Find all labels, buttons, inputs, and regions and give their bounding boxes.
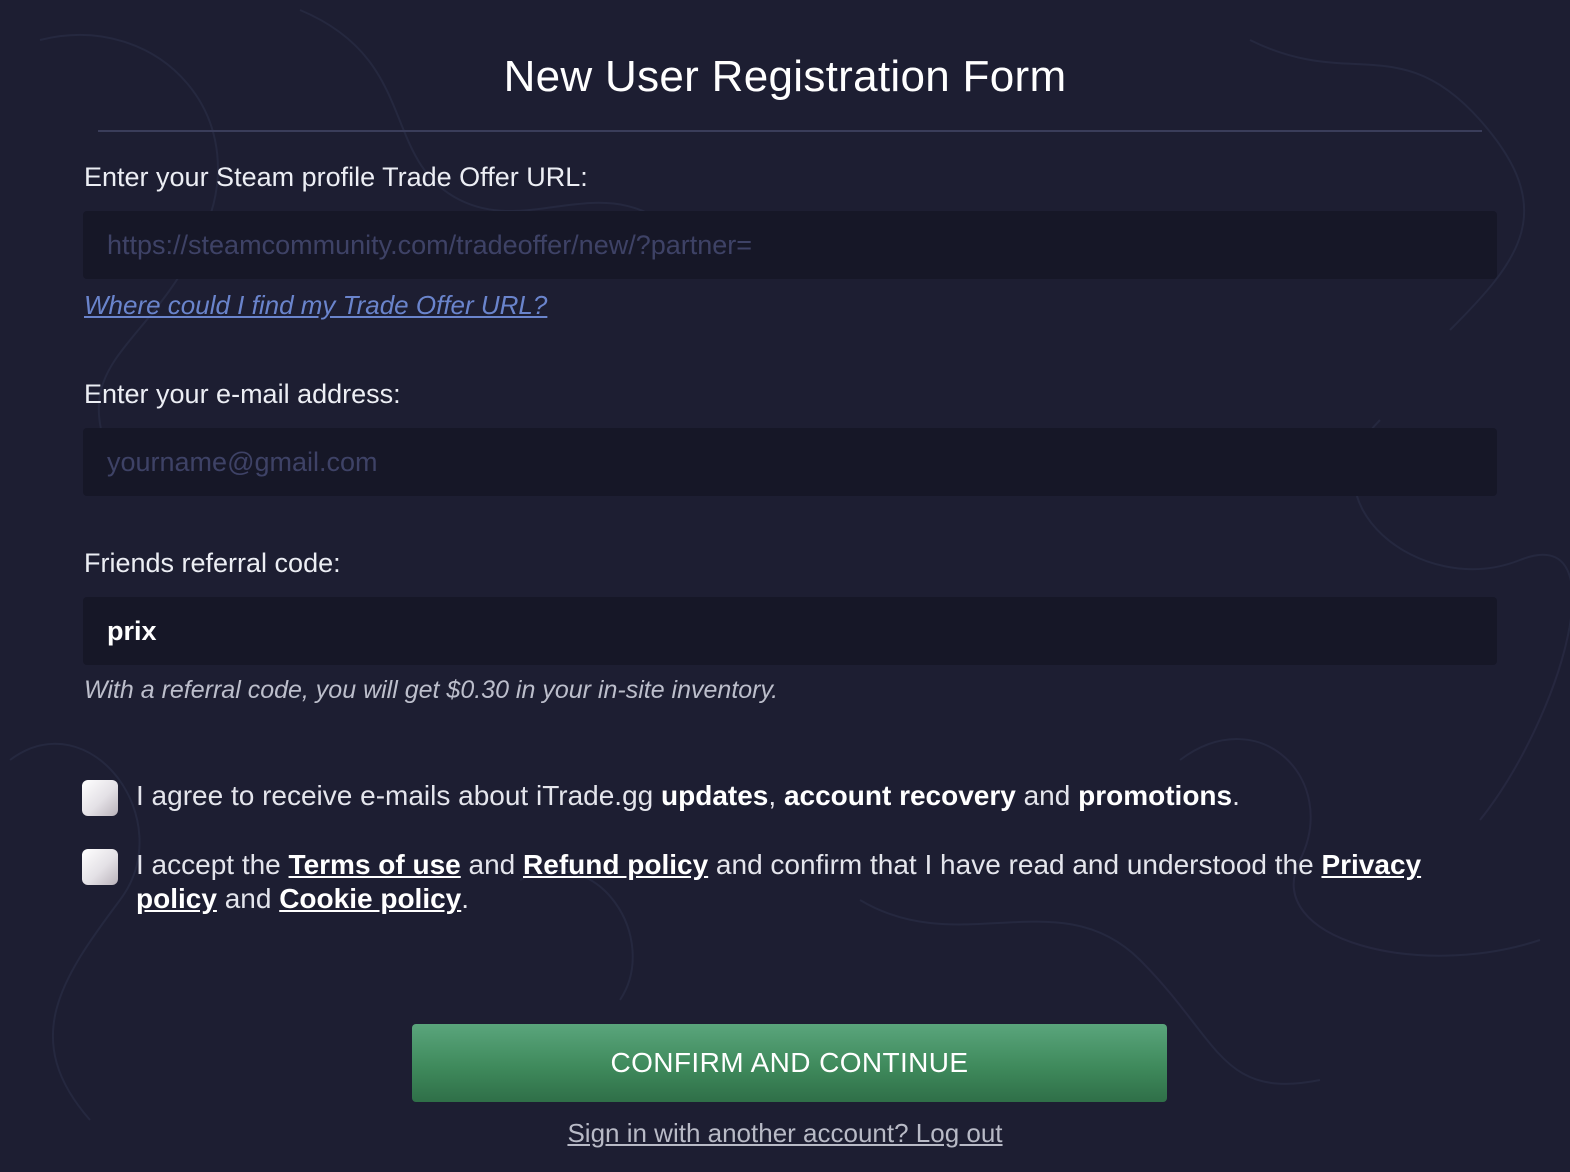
email-consent-and: and <box>1015 780 1079 811</box>
page-title: New User Registration Form <box>503 52 1067 101</box>
terms-consent-checkbox[interactable] <box>82 849 118 885</box>
logout-row: Sign in with another account? Log out <box>0 1118 1570 1149</box>
email-consent-end: . <box>1232 780 1240 811</box>
title-divider <box>98 130 1482 132</box>
cookie-policy-link[interactable]: Cookie policy <box>279 883 461 914</box>
email-consent-promotions: promotions <box>1078 780 1233 811</box>
terms-text-and-2: and <box>216 883 280 914</box>
terms-text-and-1: and <box>460 849 524 880</box>
email-consent-text-start: I agree to receive e-mails about iTrade.… <box>136 780 662 811</box>
email-consent-updates: updates <box>661 780 769 811</box>
email-label: Enter your e-mail address: <box>84 379 401 409</box>
email-input[interactable] <box>83 428 1497 496</box>
terms-text-start: I accept the <box>136 849 289 880</box>
trade-url-label: Enter your Steam profile Trade Offer URL… <box>84 162 588 192</box>
terms-consent-text: I accept the Terms of use and Refund pol… <box>136 848 1502 916</box>
referral-note: With a referral code, you will get $0.30… <box>84 676 779 704</box>
trade-url-help-link[interactable]: Where could I find my Trade Offer URL? <box>84 290 547 321</box>
email-consent-text: I agree to receive e-mails about iTrade.… <box>136 779 1240 813</box>
terms-consent-row: I accept the Terms of use and Refund pol… <box>82 848 1502 916</box>
referral-label: Friends referral code: <box>84 548 341 578</box>
terms-text-end: . <box>461 883 470 914</box>
email-consent-recovery: account recovery <box>783 780 1016 811</box>
email-consent-sep: , <box>768 780 784 811</box>
email-consent-row: I agree to receive e-mails about iTrade.… <box>82 779 1502 816</box>
refund-policy-link[interactable]: Refund policy <box>523 849 708 880</box>
referral-input[interactable] <box>83 597 1497 665</box>
confirm-continue-button[interactable]: CONFIRM AND CONTINUE <box>412 1024 1167 1102</box>
terms-text-confirm: and confirm that I have read and underst… <box>708 849 1322 880</box>
trade-url-input[interactable] <box>83 211 1497 279</box>
registration-page: New User Registration Form Enter your St… <box>0 0 1570 1172</box>
terms-of-use-link[interactable]: Terms of use <box>289 849 461 880</box>
email-consent-checkbox[interactable] <box>82 780 118 816</box>
logout-link[interactable]: Sign in with another account? Log out <box>567 1118 1002 1148</box>
